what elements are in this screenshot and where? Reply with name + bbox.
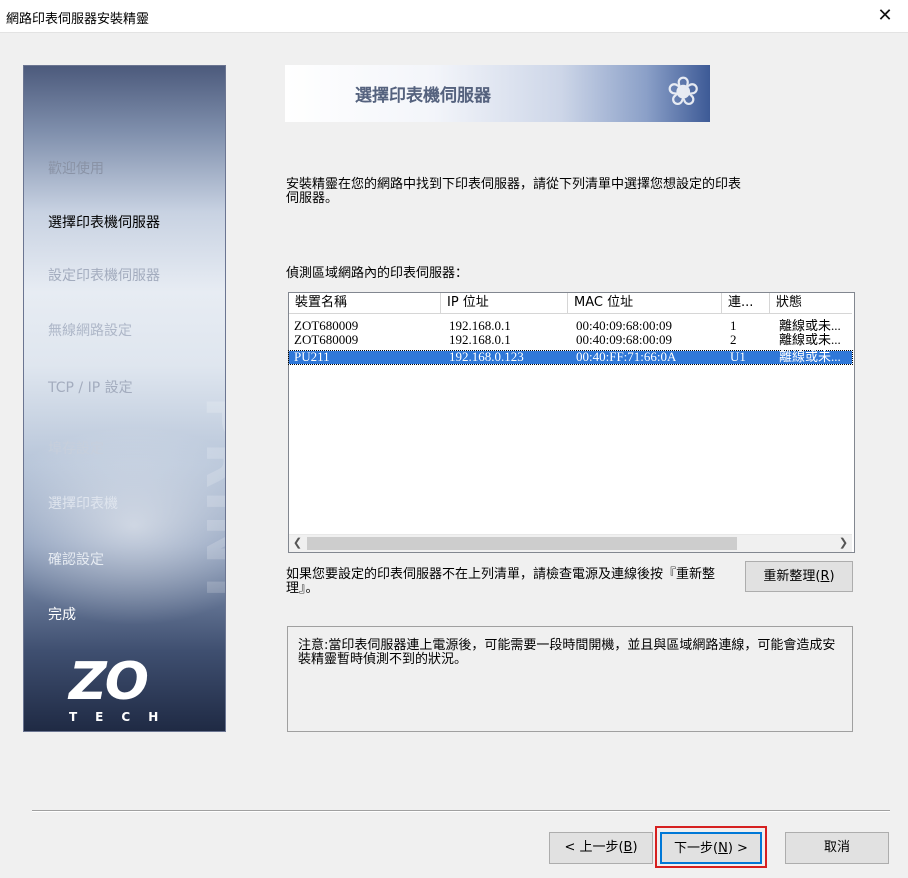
- cell-port: 1: [730, 319, 737, 333]
- refresh-button[interactable]: 重新整理(R): [745, 561, 853, 592]
- step-port: 埠存設定: [48, 441, 104, 457]
- scroll-left-icon[interactable]: ❮: [289, 535, 306, 552]
- step-configure-server: 設定印表機伺服器: [48, 268, 160, 284]
- scroll-thumb[interactable]: [307, 537, 737, 550]
- cell-status: 離線或未...: [779, 319, 841, 333]
- step-select-printer: 選擇印表機: [48, 496, 118, 512]
- cell-ip: 192.168.0.1: [449, 333, 511, 347]
- cell-mac: 00:40:FF:71:66:0A: [576, 350, 677, 364]
- table-row[interactable]: ZOT680009 192.168.0.1 00:40:09:68:00:09 …: [289, 319, 852, 333]
- refresh-key: R: [820, 569, 830, 584]
- column-ip[interactable]: IP 位址: [441, 293, 568, 313]
- note-text: 注意:當印表伺服器連上電源後，可能需要一段時間開機，並且與區域網路連線，可能會造…: [298, 638, 836, 667]
- note-box: 注意:當印表伺服器連上電源後，可能需要一段時間開機，並且與區域網路連線，可能會造…: [287, 626, 853, 732]
- cell-status: 離線或未...: [779, 333, 841, 347]
- back-label: < 上一步(: [564, 840, 624, 855]
- cell-name: ZOT680009: [294, 333, 359, 347]
- logo-main: ZO: [69, 652, 149, 712]
- column-port[interactable]: 連...: [722, 293, 770, 313]
- next-button-highlight: [655, 826, 767, 868]
- server-list[interactable]: 裝置名稱 IP 位址 MAC 位址 連... 狀態 ZOT680009 192.…: [288, 292, 855, 553]
- logo-sub: TECH: [69, 710, 177, 724]
- close-icon[interactable]: ✕: [862, 0, 908, 32]
- column-status[interactable]: 狀態: [770, 293, 852, 313]
- banner-title: 選擇印表機伺服器: [355, 86, 491, 106]
- step-confirm: 確認設定: [48, 552, 104, 568]
- cell-status: 離線或未...: [779, 350, 841, 364]
- step-welcome: 歡迎使用: [48, 161, 104, 177]
- column-device-name[interactable]: 裝置名稱: [289, 293, 441, 313]
- cell-port: U1: [730, 350, 746, 364]
- refresh-label: 重新整理(: [763, 569, 821, 584]
- table-row-selected[interactable]: PU211 192.168.0.123 00:40:FF:71:66:0A U1…: [288, 350, 853, 365]
- step-tcpip: TCP / IP 設定: [48, 380, 133, 396]
- step-wireless: 無線網路設定: [48, 323, 132, 339]
- cell-name: PU211: [294, 350, 330, 364]
- horizontal-scrollbar[interactable]: ❮ ❯: [289, 534, 852, 552]
- zotech-logo: ZO TECH: [69, 656, 189, 724]
- cancel-button[interactable]: 取消: [785, 832, 889, 864]
- back-end: ): [632, 840, 638, 855]
- wizard-sidebar: PRINT 歡迎使用 選擇印表機伺服器 設定印表機伺服器 無線網路設定 TCP …: [23, 65, 226, 732]
- back-button[interactable]: < 上一步(B): [549, 832, 653, 864]
- cell-mac: 00:40:09:68:00:09: [576, 333, 673, 347]
- cell-ip: 192.168.0.123: [449, 350, 524, 364]
- column-mac[interactable]: MAC 位址: [568, 293, 722, 313]
- footer-separator: [32, 810, 890, 812]
- cell-mac: 00:40:09:68:00:09: [576, 319, 673, 333]
- scroll-right-icon[interactable]: ❯: [835, 535, 852, 552]
- title-bar: 網路印表伺服器安裝精靈 ✕: [0, 0, 908, 33]
- list-label: 偵測區域網路內的印表伺服器：: [286, 266, 469, 281]
- page-banner: 選擇印表機伺服器 ❀: [285, 65, 710, 122]
- intro-text: 安裝精靈在您的網路中找到下印表伺服器，請從下列清單中選擇您想設定的印表伺服器。: [286, 177, 742, 206]
- splash-graphic: ❀: [666, 69, 700, 115]
- list-header: 裝置名稱 IP 位址 MAC 位址 連... 狀態: [289, 293, 852, 314]
- cell-port: 2: [730, 333, 737, 347]
- step-select-server: 選擇印表機伺服器: [48, 215, 160, 231]
- sidebar-watermark: PRINT: [192, 396, 226, 610]
- table-row[interactable]: ZOT680009 192.168.0.1 00:40:09:68:00:09 …: [289, 333, 852, 347]
- window-title: 網路印表伺服器安裝精靈: [6, 12, 150, 27]
- refresh-instructions: 如果您要設定的印表伺服器不在上列清單，請檢查電源及連線後按『重新整理』。: [286, 567, 716, 596]
- cell-ip: 192.168.0.1: [449, 319, 511, 333]
- step-finish: 完成: [48, 607, 76, 623]
- cell-name: ZOT680009: [294, 319, 359, 333]
- refresh-end: ): [829, 569, 835, 584]
